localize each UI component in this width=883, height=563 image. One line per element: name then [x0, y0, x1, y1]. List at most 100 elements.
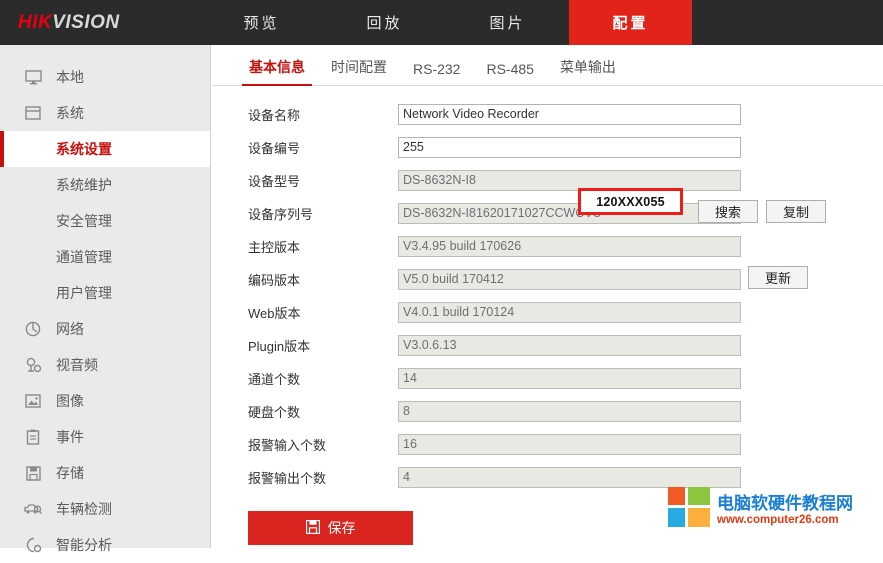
serial-number-annotation-box: 120XXX055	[578, 188, 683, 215]
sidebar-item-label: 本地	[56, 69, 84, 85]
site-watermark: 电脑软硬件教程网 www.computer26.com	[668, 487, 853, 527]
sidebar-item-image[interactable]: 图像	[0, 383, 210, 419]
device-serial-number-input: DS-8632N-I81620171027CCWCVU	[398, 202, 741, 224]
sidebar-item-system-settings[interactable]: 系统设置	[0, 131, 210, 167]
sidebar-item-security-management[interactable]: 安全管理	[0, 203, 210, 239]
sidebar-item-label: 安全管理	[56, 213, 112, 229]
sidebar-item-event[interactable]: 事件	[0, 419, 210, 455]
video-audio-icon	[22, 355, 44, 375]
sidebar-item-label: 智能分析	[56, 537, 112, 553]
label-device-name: 设备名称	[248, 107, 301, 123]
clipboard-icon	[22, 427, 44, 447]
sub-tab-bar: 基本信息 时间配置 RS-232 RS-485 菜单输出	[212, 45, 883, 86]
vehicle-detect-icon	[22, 499, 44, 519]
form-row-web-version: Web版本 V4.0.1 build 170124	[212, 298, 883, 326]
globe-icon	[22, 319, 44, 339]
label-device-number: 设备编号	[248, 140, 301, 156]
device-name-input[interactable]: Network Video Recorder	[398, 103, 741, 125]
form-row-firmware-version: 主控版本 V3.4.95 build 170626	[212, 232, 883, 260]
sidebar-item-network[interactable]: 网络	[0, 311, 210, 347]
label-channel-count: 通道个数	[248, 371, 301, 387]
label-hdd-count: 硬盘个数	[248, 404, 301, 420]
basic-info-form: 设备名称 Network Video Recorder 设备编号 255 设备型…	[212, 86, 883, 545]
label-firmware-version: 主控版本	[248, 239, 301, 255]
hikvision-logo: HIK VISION	[0, 0, 200, 45]
nav-preview[interactable]: 预览	[200, 0, 323, 45]
sidebar-item-label: 视音频	[56, 357, 98, 373]
sidebar-item-system[interactable]: 系统	[0, 95, 210, 131]
form-row-device-name: 设备名称 Network Video Recorder	[212, 100, 883, 128]
sidebar-item-smart-analysis[interactable]: 智能分析	[0, 527, 210, 563]
alarm-output-count-input: 4	[398, 466, 741, 488]
sidebar-item-label: 车辆检测	[56, 501, 112, 517]
sidebar-item-label: 通道管理	[56, 249, 112, 265]
label-web-version: Web版本	[248, 305, 301, 321]
content-panel: 基本信息 时间配置 RS-232 RS-485 菜单输出 设备名称 Networ…	[212, 45, 883, 548]
label-alarm-input-count: 报警输入个数	[248, 437, 327, 453]
form-row-plugin-version: Plugin版本 V3.0.6.13	[212, 331, 883, 359]
device-number-input[interactable]: 255	[398, 136, 741, 158]
sidebar-item-label: 事件	[56, 429, 84, 445]
save-button-label: 保存	[327, 520, 356, 536]
sidebar-item-user-management[interactable]: 用户管理	[0, 275, 210, 311]
watermark-text: 电脑软硬件教程网 www.computer26.com	[717, 489, 853, 526]
watermark-title: 电脑软硬件教程网	[717, 493, 853, 513]
label-plugin-version: Plugin版本	[248, 338, 311, 354]
sidebar-item-channel-management[interactable]: 通道管理	[0, 239, 210, 275]
model-row-buttons: 搜索 复制	[698, 200, 826, 223]
label-device-model: 设备型号	[248, 173, 301, 189]
logo-vision-text: VISION	[52, 11, 120, 33]
sidebar-item-vehicle-detection[interactable]: 车辆检测	[0, 491, 210, 527]
web-version-input: V4.0.1 build 170124	[398, 301, 741, 323]
tab-menu-output[interactable]: 菜单输出	[547, 57, 629, 85]
search-button[interactable]: 搜索	[698, 200, 758, 223]
sidebar-item-label: 系统	[56, 105, 84, 121]
save-disk-icon	[22, 463, 44, 483]
label-alarm-output-count: 报警输出个数	[248, 470, 327, 486]
nav-playback[interactable]: 回放	[323, 0, 446, 45]
sidebar-item-system-maintenance[interactable]: 系统维护	[0, 167, 210, 203]
sidebar-item-label: 图像	[56, 393, 84, 409]
smart-analysis-icon	[22, 535, 44, 555]
form-row-hdd-count: 硬盘个数 8	[212, 397, 883, 425]
floppy-disk-icon	[305, 519, 320, 537]
form-row-channel-count: 通道个数 14	[212, 364, 883, 392]
logo-hik-text: HIK	[18, 11, 53, 33]
sidebar: 本地 系统 系统设置 系统维护 安全管理 通道管理 用户管理 网络 视音频 图像…	[0, 45, 211, 553]
save-button[interactable]: 保存	[248, 511, 413, 545]
plugin-version-input: V3.0.6.13	[398, 334, 741, 356]
window-icon	[22, 103, 44, 123]
image-icon	[22, 391, 44, 411]
sidebar-item-local[interactable]: 本地	[0, 59, 210, 95]
form-row-device-number: 设备编号 255	[212, 133, 883, 161]
nav-configuration[interactable]: 配置	[569, 0, 692, 45]
windows-logo-icon	[668, 487, 710, 527]
sidebar-item-video-audio[interactable]: 视音频	[0, 347, 210, 383]
watermark-url: www.computer26.com	[717, 513, 839, 526]
form-row-alarm-input-count: 报警输入个数 16	[212, 430, 883, 458]
tab-time-config[interactable]: 时间配置	[318, 57, 400, 85]
firmware-version-input: V3.4.95 build 170626	[398, 235, 741, 257]
firmware-row-buttons: 更新	[748, 266, 808, 289]
sidebar-item-label: 系统设置	[56, 141, 112, 157]
nav-picture[interactable]: 图片	[446, 0, 569, 45]
sidebar-item-label: 系统维护	[56, 177, 112, 193]
update-button[interactable]: 更新	[748, 266, 808, 289]
channel-count-input: 14	[398, 367, 741, 389]
label-device-serial-number: 设备序列号	[248, 206, 314, 222]
device-model-input: DS-8632N-I8	[398, 169, 741, 191]
tab-rs232[interactable]: RS-232	[400, 61, 473, 85]
form-row-device-model: 设备型号 DS-8632N-I8	[212, 166, 883, 194]
main-nav: 预览 回放 图片 配置	[200, 0, 692, 45]
sidebar-item-label: 存储	[56, 465, 84, 481]
tab-rs485[interactable]: RS-485	[473, 61, 546, 85]
tab-basic-info[interactable]: 基本信息	[236, 57, 318, 86]
sidebar-item-storage[interactable]: 存储	[0, 455, 210, 491]
alarm-input-count-input: 16	[398, 433, 741, 455]
monitor-icon	[22, 67, 44, 87]
hdd-count-input: 8	[398, 400, 741, 422]
encoding-version-input: V5.0 build 170412	[398, 268, 741, 290]
sidebar-item-label: 用户管理	[56, 285, 112, 301]
sidebar-item-label: 网络	[56, 321, 84, 337]
copy-button[interactable]: 复制	[766, 200, 826, 223]
